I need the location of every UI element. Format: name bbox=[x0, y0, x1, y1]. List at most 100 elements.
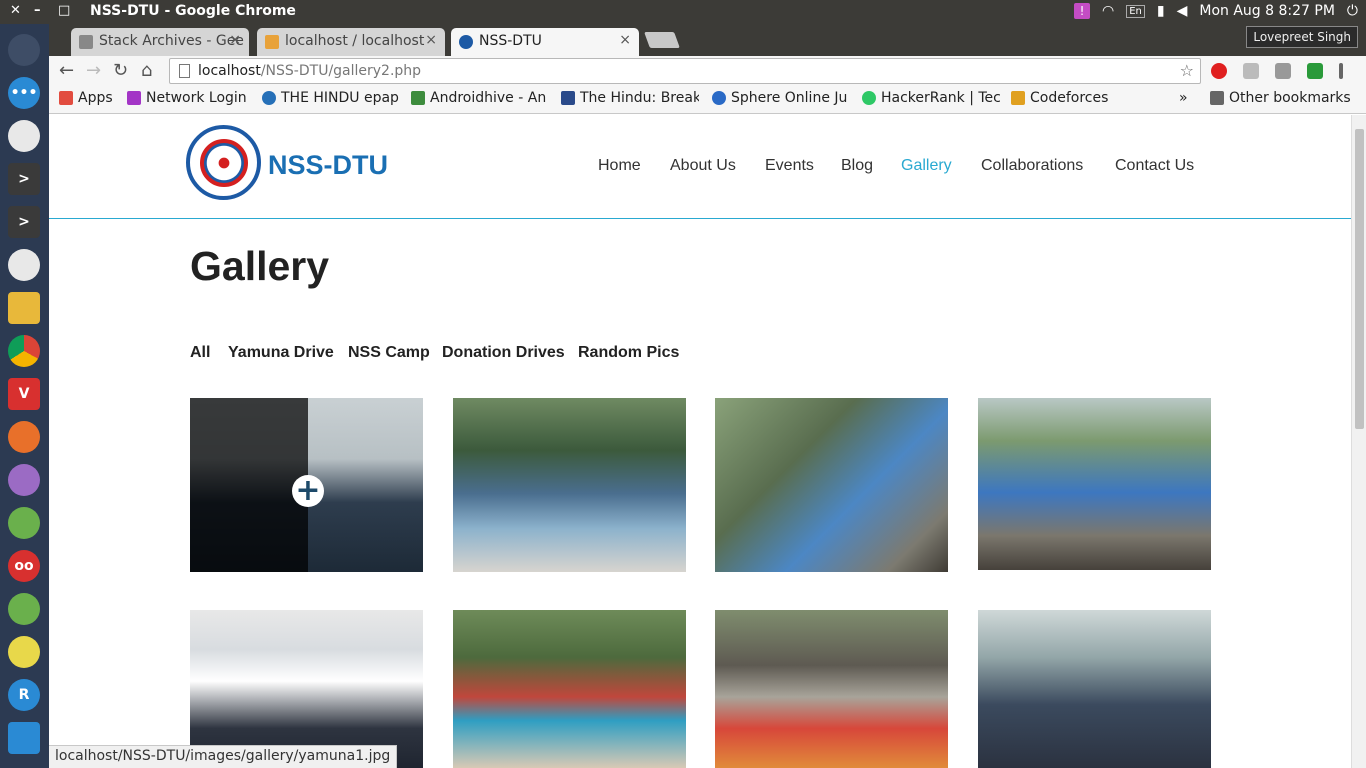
extension-icon[interactable] bbox=[1275, 63, 1291, 79]
nav-events[interactable]: Events bbox=[765, 157, 814, 175]
tab-favicon-icon bbox=[79, 35, 93, 49]
notification-badge-icon[interactable]: ! bbox=[1074, 3, 1091, 19]
tab-label: Stack Archives - Gee bbox=[99, 33, 244, 49]
filter-yamuna-drive[interactable]: Yamuna Drive bbox=[228, 344, 334, 362]
tab-close-icon[interactable]: × bbox=[229, 32, 241, 48]
filter-all[interactable]: All bbox=[190, 344, 210, 362]
forward-icon[interactable]: → bbox=[86, 60, 101, 81]
tab-close-icon[interactable]: × bbox=[619, 32, 631, 48]
page-info-icon[interactable] bbox=[179, 64, 190, 78]
tab-favicon-icon bbox=[265, 35, 279, 49]
opera-extension-icon[interactable] bbox=[1211, 63, 1227, 79]
installer-icon[interactable] bbox=[8, 722, 40, 754]
bookmark-androidhive[interactable]: Androidhive - An bbox=[411, 90, 549, 106]
tab-label: localhost / localhost bbox=[285, 33, 425, 49]
app-launcher: ••• > > V oo R bbox=[0, 24, 49, 768]
terminal-icon[interactable]: > bbox=[8, 163, 40, 195]
window-maximize-icon[interactable]: □ bbox=[58, 3, 70, 18]
vivaldi-icon[interactable]: V bbox=[8, 378, 40, 410]
nav-home[interactable]: Home bbox=[598, 157, 641, 175]
nav-about-us[interactable]: About Us bbox=[670, 157, 736, 175]
other-bookmarks-label: Other bookmarks bbox=[1229, 90, 1351, 106]
bookmark-hackerrank[interactable]: HackerRank | Tec bbox=[862, 90, 1000, 106]
system-settings-icon[interactable]: ⏻ bbox=[1347, 3, 1358, 19]
volume-icon[interactable]: ◀ bbox=[1177, 3, 1188, 19]
photo-cleaning-drive bbox=[715, 398, 948, 572]
nav-contact-us[interactable]: Contact Us bbox=[1115, 157, 1194, 175]
gallery-image[interactable] bbox=[715, 398, 948, 572]
the-hindu-icon bbox=[561, 91, 575, 105]
tab-nss-dtu[interactable]: NSS-DTU × bbox=[451, 28, 639, 56]
bookmark-label: HackerRank | Tec bbox=[881, 90, 1000, 106]
window-minimize-icon[interactable]: – bbox=[34, 3, 41, 18]
new-tab-button[interactable] bbox=[644, 32, 680, 48]
clock[interactable]: Mon Aug 8 8:27 PM bbox=[1199, 3, 1335, 19]
gallery-image[interactable] bbox=[978, 610, 1211, 768]
terminal-2-icon[interactable]: > bbox=[8, 206, 40, 238]
nav-collaborations[interactable]: Collaborations bbox=[981, 157, 1083, 175]
zoom-plus-icon[interactable]: + bbox=[292, 475, 324, 507]
android-icon[interactable] bbox=[8, 593, 40, 625]
gallery-image[interactable] bbox=[978, 398, 1211, 570]
keyboard-language-indicator[interactable]: En bbox=[1126, 4, 1145, 18]
chrome-menu-icon[interactable] bbox=[1339, 63, 1343, 79]
nss-wheel-icon bbox=[199, 138, 248, 187]
bookmarks-overflow-chevron[interactable]: » bbox=[1179, 90, 1188, 106]
wifi-icon[interactable]: ◠ bbox=[1102, 3, 1114, 19]
bookmark-the-hindu[interactable]: The Hindu: Break bbox=[561, 90, 699, 106]
tab-close-icon[interactable]: × bbox=[425, 32, 437, 48]
notes-icon[interactable] bbox=[8, 636, 40, 668]
infinity-app-icon[interactable]: oo bbox=[8, 550, 40, 582]
bookmark-codeforces[interactable]: Codeforces bbox=[1011, 90, 1121, 106]
nav-blog[interactable]: Blog bbox=[841, 157, 873, 175]
dash-icon[interactable]: ••• bbox=[8, 77, 40, 109]
window-close-icon[interactable]: ✕ bbox=[10, 3, 21, 18]
page-title: Gallery bbox=[190, 243, 330, 289]
profile-button[interactable]: Lovepreet Singh bbox=[1246, 26, 1358, 48]
filter-random-pics[interactable]: Random Pics bbox=[578, 344, 679, 362]
home-icon[interactable]: ⌂ bbox=[141, 60, 152, 81]
window-title: NSS-DTU - Google Chrome bbox=[90, 3, 296, 19]
bookmark-network-login[interactable]: Network Login bbox=[127, 90, 252, 106]
os-top-panel: ✕ – □ NSS-DTU - Google Chrome ! ◠ En ▮ ◀… bbox=[0, 0, 1366, 24]
bookmark-apps[interactable]: Apps bbox=[59, 90, 119, 106]
gallery-image[interactable] bbox=[453, 610, 686, 768]
other-bookmarks[interactable]: Other bookmarks bbox=[1210, 90, 1351, 106]
gallery-image[interactable] bbox=[715, 610, 948, 768]
bookmark-star-icon[interactable]: ☆ bbox=[1180, 61, 1194, 80]
battery-icon[interactable]: ▮ bbox=[1157, 3, 1165, 19]
umbrella-icon bbox=[127, 91, 141, 105]
page-scrollbar[interactable] bbox=[1351, 115, 1366, 768]
bookmark-label: Apps bbox=[78, 90, 113, 106]
green-extension-icon[interactable] bbox=[1307, 63, 1323, 79]
gallery-image[interactable] bbox=[453, 398, 686, 572]
tab-stack-archives[interactable]: Stack Archives - Gee × bbox=[71, 28, 249, 56]
apps-grid-icon bbox=[59, 91, 73, 105]
chart-app-icon[interactable] bbox=[8, 120, 40, 152]
bookmark-the-hindu-epaper[interactable]: THE HINDU epap bbox=[262, 90, 400, 106]
bookmark-label: THE HINDU epap bbox=[281, 90, 399, 106]
apple-icon[interactable] bbox=[8, 34, 40, 66]
reload-icon[interactable]: ↻ bbox=[113, 60, 128, 81]
site-brand[interactable]: NSS-DTU bbox=[268, 150, 388, 181]
scrollbar-thumb[interactable] bbox=[1355, 129, 1364, 429]
tab-localhost[interactable]: localhost / localhost × bbox=[257, 28, 445, 56]
apps-grid-icon[interactable] bbox=[8, 249, 40, 281]
bookmark-sphere-online-judge[interactable]: Sphere Online Ju bbox=[712, 90, 848, 106]
chrome-icon[interactable] bbox=[8, 335, 40, 367]
gallery-image[interactable]: + bbox=[190, 398, 423, 572]
photo-drawing-children bbox=[453, 610, 686, 768]
filter-donation-drives[interactable]: Donation Drives bbox=[442, 344, 565, 362]
nav-gallery[interactable]: Gallery bbox=[901, 157, 952, 175]
atom-icon[interactable] bbox=[8, 464, 40, 496]
back-icon[interactable]: ← bbox=[59, 60, 74, 81]
filter-nss-camp[interactable]: NSS Camp bbox=[348, 344, 430, 362]
android-studio-icon[interactable] bbox=[8, 507, 40, 539]
browser-toolbar: ← → ↻ ⌂ localhost/NSS-DTU/gallery2.php ☆ bbox=[49, 56, 1366, 86]
r-app-icon[interactable]: R bbox=[8, 679, 40, 711]
firefox-icon[interactable] bbox=[8, 421, 40, 453]
address-bar[interactable]: localhost/NSS-DTU/gallery2.php ☆ bbox=[169, 58, 1201, 84]
nss-logo-icon[interactable] bbox=[186, 125, 261, 200]
x-extension-icon[interactable] bbox=[1243, 63, 1259, 79]
files-icon[interactable] bbox=[8, 292, 40, 324]
